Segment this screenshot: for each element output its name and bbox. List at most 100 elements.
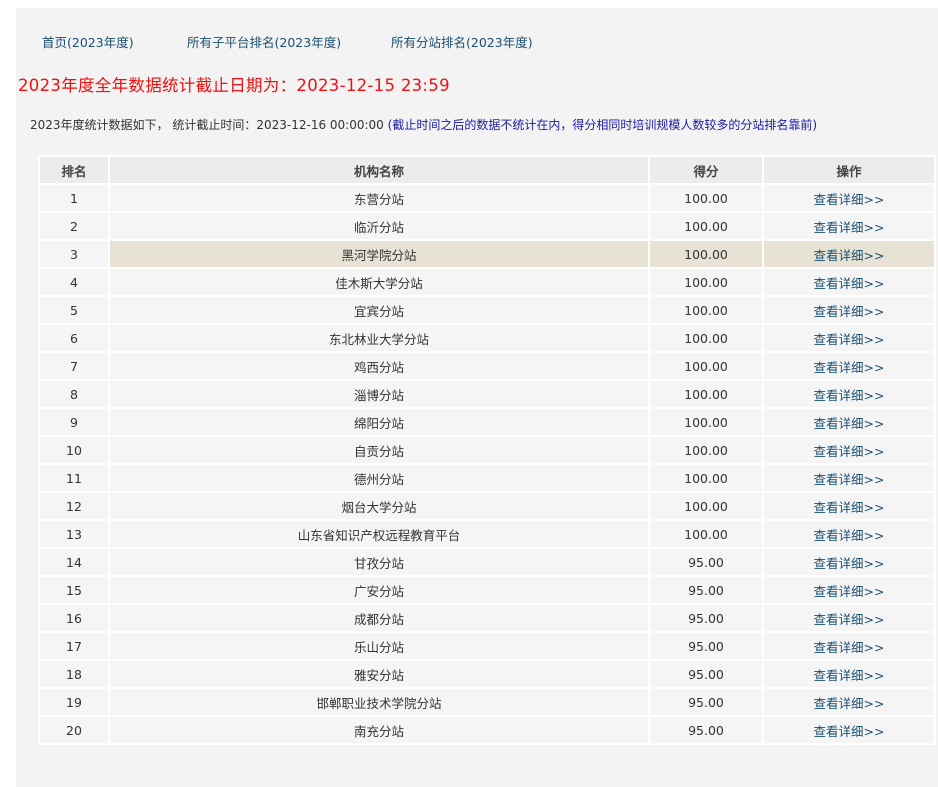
- nav-sub-platform-rank-link[interactable]: 所有子平台排名(2023年度): [187, 32, 341, 51]
- view-detail-link[interactable]: 查看详细>>: [762, 463, 936, 493]
- rank-cell: 6: [38, 323, 110, 353]
- rank-cell: 11: [38, 463, 110, 493]
- view-detail-link[interactable]: 查看详细>>: [762, 267, 936, 297]
- view-detail-link[interactable]: 查看详细>>: [762, 659, 936, 689]
- table-row: 5 宜宾分站 100.00 查看详细>>: [38, 295, 936, 325]
- view-detail-link[interactable]: 查看详细>>: [762, 575, 936, 605]
- score-cell: 100.00: [648, 183, 764, 213]
- table-row: 7 鸡西分站 100.00 查看详细>>: [38, 351, 936, 381]
- view-detail-link[interactable]: 查看详细>>: [762, 547, 936, 577]
- rank-cell: 12: [38, 491, 110, 521]
- score-cell: 95.00: [648, 631, 764, 661]
- score-cell: 100.00: [648, 491, 764, 521]
- view-detail-link[interactable]: 查看详细>>: [762, 351, 936, 381]
- score-cell: 100.00: [648, 379, 764, 409]
- rank-cell: 3: [38, 239, 110, 269]
- institution-name-cell: 烟台大学分站: [108, 491, 650, 521]
- table-row: 15 广安分站 95.00 查看详细>>: [38, 575, 936, 605]
- institution-name-cell: 广安分站: [108, 575, 650, 605]
- stats-info-text: 2023年度统计数据如下， 统计截止时间：2023-12-16 00:00:00: [30, 118, 384, 132]
- rank-cell: 13: [38, 519, 110, 549]
- institution-name-cell: 鸡西分站: [108, 351, 650, 381]
- view-detail-link[interactable]: 查看详细>>: [762, 715, 936, 745]
- ranking-table-container: 排名 机构名称 得分 操作 1 东营分站 100.00 查看详细>> 2 临沂分站 100.…: [38, 155, 936, 787]
- institution-name-cell: 黑河学院分站: [108, 239, 650, 269]
- deadline-headline: 2023年度全年数据统计截止日期为：2023-12-15 23:59: [18, 76, 450, 95]
- institution-name-cell: 东营分站: [108, 183, 650, 213]
- rank-cell: 1: [38, 183, 110, 213]
- score-cell: 100.00: [648, 407, 764, 437]
- ranking-table-body: 1 东营分站 100.00 查看详细>> 2 临沂分站 100.00 查看详细>> 3 黑河学院分…: [38, 183, 936, 745]
- rank-cell: 14: [38, 547, 110, 577]
- score-cell: 95.00: [648, 603, 764, 633]
- table-row: 4 佳木斯大学分站 100.00 查看详细>>: [38, 267, 936, 297]
- table-row: 14 甘孜分站 95.00 查看详细>>: [38, 547, 936, 577]
- table-row: 20 南充分站 95.00 查看详细>>: [38, 715, 936, 745]
- table-row: 3 黑河学院分站 100.00 查看详细>>: [38, 239, 936, 269]
- institution-name-cell: 甘孜分站: [108, 547, 650, 577]
- table-row: 9 绵阳分站 100.00 查看详细>>: [38, 407, 936, 437]
- table-row: 16 成都分站 95.00 查看详细>>: [38, 603, 936, 633]
- score-cell: 95.00: [648, 547, 764, 577]
- institution-name-cell: 德州分站: [108, 463, 650, 493]
- score-cell: 95.00: [648, 715, 764, 745]
- score-cell: 100.00: [648, 267, 764, 297]
- view-detail-link[interactable]: 查看详细>>: [762, 435, 936, 465]
- score-cell: 100.00: [648, 323, 764, 353]
- score-cell: 100.00: [648, 211, 764, 241]
- rank-cell: 5: [38, 295, 110, 325]
- view-detail-link[interactable]: 查看详细>>: [762, 211, 936, 241]
- score-cell: 100.00: [648, 463, 764, 493]
- institution-name-cell: 雅安分站: [108, 659, 650, 689]
- score-cell: 100.00: [648, 435, 764, 465]
- table-row: 13 山东省知识产权远程教育平台 100.00 查看详细>>: [38, 519, 936, 549]
- rank-cell: 10: [38, 435, 110, 465]
- table-row: 1 东营分站 100.00 查看详细>>: [38, 183, 936, 213]
- rank-cell: 17: [38, 631, 110, 661]
- column-header-rank: 排名: [38, 155, 110, 185]
- view-detail-link[interactable]: 查看详细>>: [762, 323, 936, 353]
- view-detail-link[interactable]: 查看详细>>: [762, 183, 936, 213]
- view-detail-link[interactable]: 查看详细>>: [762, 687, 936, 717]
- rank-cell: 8: [38, 379, 110, 409]
- institution-name-cell: 淄博分站: [108, 379, 650, 409]
- view-detail-link[interactable]: 查看详细>>: [762, 239, 936, 269]
- institution-name-cell: 佳木斯大学分站: [108, 267, 650, 297]
- institution-name-cell: 绵阳分站: [108, 407, 650, 437]
- table-row: 18 雅安分站 95.00 查看详细>>: [38, 659, 936, 689]
- table-row: 12 烟台大学分站 100.00 查看详细>>: [38, 491, 936, 521]
- stats-info-line: 2023年度统计数据如下， 统计截止时间：2023-12-16 00:00:00…: [30, 116, 817, 133]
- table-row: 6 东北林业大学分站 100.00 查看详细>>: [38, 323, 936, 353]
- column-header-action: 操作: [762, 155, 936, 185]
- institution-name-cell: 宜宾分站: [108, 295, 650, 325]
- view-detail-link[interactable]: 查看详细>>: [762, 631, 936, 661]
- table-row: 10 自贡分站 100.00 查看详细>>: [38, 435, 936, 465]
- institution-name-cell: 自贡分站: [108, 435, 650, 465]
- table-row: 11 德州分站 100.00 查看详细>>: [38, 463, 936, 493]
- nav-home-link[interactable]: 首页(2023年度): [42, 32, 134, 51]
- institution-name-cell: 乐山分站: [108, 631, 650, 661]
- view-detail-link[interactable]: 查看详细>>: [762, 295, 936, 325]
- score-cell: 100.00: [648, 519, 764, 549]
- nav-station-rank-link[interactable]: 所有分站排名(2023年度): [391, 32, 533, 51]
- view-detail-link[interactable]: 查看详细>>: [762, 603, 936, 633]
- column-header-name: 机构名称: [108, 155, 650, 185]
- institution-name-cell: 东北林业大学分站: [108, 323, 650, 353]
- stats-info-note: (截止时间之后的数据不统计在内，得分相同时培训规模人数较多的分站排名靠前): [387, 118, 818, 132]
- rank-cell: 19: [38, 687, 110, 717]
- rank-cell: 2: [38, 211, 110, 241]
- view-detail-link[interactable]: 查看详细>>: [762, 379, 936, 409]
- page-container: 首页(2023年度) 所有子平台排名(2023年度) 所有分站排名(2023年度…: [16, 8, 938, 787]
- institution-name-cell: 山东省知识产权远程教育平台: [108, 519, 650, 549]
- view-detail-link[interactable]: 查看详细>>: [762, 519, 936, 549]
- rank-cell: 4: [38, 267, 110, 297]
- institution-name-cell: 南充分站: [108, 715, 650, 745]
- view-detail-link[interactable]: 查看详细>>: [762, 407, 936, 437]
- table-row: 2 临沂分站 100.00 查看详细>>: [38, 211, 936, 241]
- score-cell: 95.00: [648, 575, 764, 605]
- institution-name-cell: 邯郸职业技术学院分站: [108, 687, 650, 717]
- table-row: 19 邯郸职业技术学院分站 95.00 查看详细>>: [38, 687, 936, 717]
- view-detail-link[interactable]: 查看详细>>: [762, 491, 936, 521]
- rank-cell: 18: [38, 659, 110, 689]
- score-cell: 95.00: [648, 687, 764, 717]
